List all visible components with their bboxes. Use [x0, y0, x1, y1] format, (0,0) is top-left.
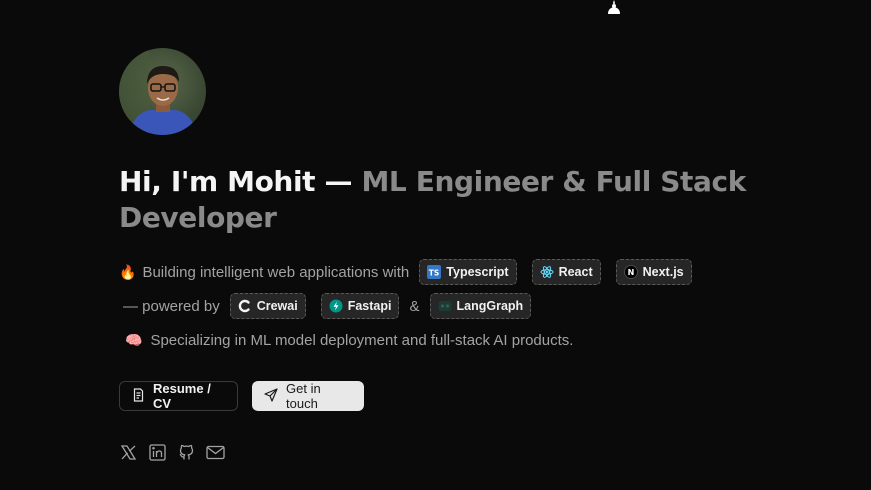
avatar	[119, 48, 206, 135]
intro-line-2: — powered by Crewai Fastapi & LangGraph	[119, 292, 532, 320]
intro-line-3: 🧠 Specializing in ML model deployment an…	[119, 327, 573, 353]
tech-pill-typescript[interactable]: TS Typescript	[419, 259, 517, 285]
hero-headline: Hi, I'm Mohit — ML Engineer & Full Stack…	[119, 164, 759, 236]
document-icon	[132, 387, 145, 405]
crewai-label: Crewai	[256, 299, 298, 313]
get-in-touch-button[interactable]: Get in touch	[252, 381, 364, 411]
svg-text:TS: TS	[429, 269, 440, 278]
resume-label: Resume / CV	[153, 381, 211, 411]
send-icon	[264, 387, 278, 405]
svg-text:N: N	[627, 268, 634, 277]
intro-line-2-text: — powered by	[123, 297, 220, 315]
tech-pill-fastapi[interactable]: Fastapi	[320, 293, 400, 319]
headline-name: Hi, I'm Mohit —	[119, 165, 353, 198]
intro-line-1: 🔥 Building intelligent web applications …	[119, 258, 692, 286]
tech-pill-nextjs[interactable]: N Next.js	[615, 259, 692, 285]
nextjs-icon: N	[623, 265, 638, 279]
mail-icon[interactable]	[206, 443, 225, 462]
resume-button[interactable]: Resume / CV	[119, 381, 238, 411]
nextjs-label: Next.js	[642, 265, 684, 279]
fire-emoji: 🔥	[119, 263, 137, 280]
typescript-icon: TS	[427, 265, 442, 279]
tech-pill-langgraph[interactable]: LangGraph	[429, 293, 532, 319]
ampersand: &	[409, 297, 420, 315]
brain-emoji: 🧠	[125, 331, 143, 348]
intro-line-3-text: Specializing in ML model deployment and …	[150, 331, 574, 349]
mouse-cursor	[606, 0, 622, 14]
linkedin-icon[interactable]	[148, 443, 167, 462]
react-label: React	[558, 265, 593, 279]
tech-pill-crewai[interactable]: Crewai	[229, 293, 306, 319]
react-icon	[540, 265, 554, 279]
github-icon[interactable]	[177, 443, 196, 462]
crewai-icon	[238, 299, 252, 313]
langgraph-label: LangGraph	[456, 299, 524, 313]
fastapi-icon	[329, 299, 343, 313]
social-links	[119, 443, 225, 462]
typescript-label: Typescript	[446, 265, 509, 279]
get-in-touch-label: Get in touch	[286, 381, 321, 411]
tech-pill-react[interactable]: React	[531, 259, 601, 285]
intro-line-1-text: Building intelligent web applications wi…	[142, 263, 410, 281]
langgraph-icon	[438, 299, 452, 313]
fastapi-label: Fastapi	[347, 299, 392, 313]
x-icon[interactable]	[119, 443, 138, 462]
